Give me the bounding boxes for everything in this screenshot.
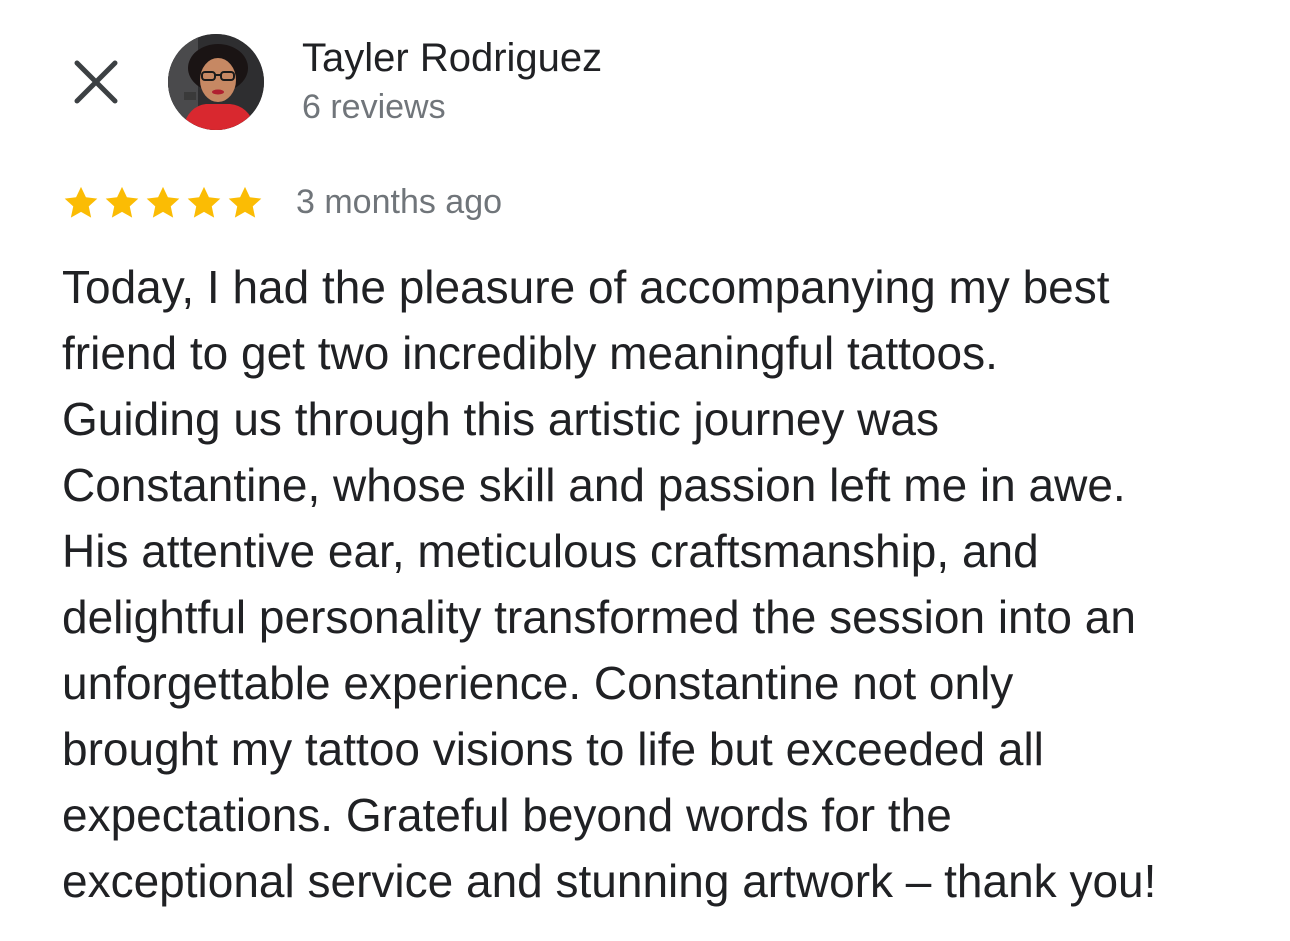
star-icon	[146, 186, 180, 218]
avatar[interactable]	[168, 34, 264, 130]
star-icon	[64, 186, 98, 218]
review-card: Tayler Rodriguez 6 reviews 3 months ago …	[0, 0, 1290, 941]
star-icon	[228, 186, 262, 218]
close-icon[interactable]	[73, 59, 119, 105]
review-line: His attentive ear, meticulous craftsmans…	[62, 525, 1039, 577]
review-line: brought my tattoo visions to life but ex…	[62, 723, 1044, 775]
review-line: Today, I had the pleasure of accompanyin…	[62, 261, 1110, 313]
star-icon	[105, 186, 139, 218]
review-text: Today, I had the pleasure of accompanyin…	[62, 254, 1262, 914]
star-icon	[187, 186, 221, 218]
review-line: Constantine, whose skill and passion lef…	[62, 459, 1126, 511]
review-line: friend to get two incredibly meaningful …	[62, 327, 998, 379]
review-line: delightful personality transformed the s…	[62, 591, 1136, 643]
close-button[interactable]	[64, 50, 128, 114]
review-line: Guiding us through this artistic journey…	[62, 393, 939, 445]
review-line: unforgettable experience. Constantine no…	[62, 657, 1014, 709]
review-time: 3 months ago	[296, 183, 503, 221]
author-name[interactable]: Tayler Rodriguez	[302, 36, 602, 81]
star-rating	[62, 184, 264, 222]
review-line: exceptional service and stunning artwork…	[62, 855, 1157, 907]
review-count: 6 reviews	[302, 88, 446, 126]
review-line: expectations. Grateful beyond words for …	[62, 789, 952, 841]
